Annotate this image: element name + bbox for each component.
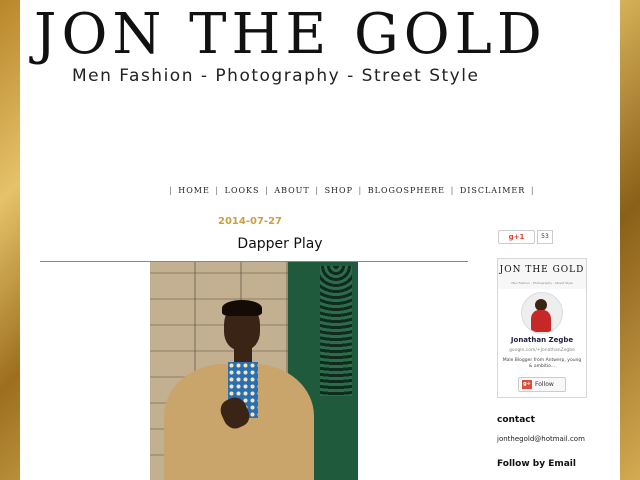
contact-heading: contact bbox=[497, 415, 535, 425]
profile-name[interactable]: Jonathan Zegbe bbox=[498, 336, 586, 344]
gplus-button[interactable]: g+1 bbox=[498, 230, 535, 244]
post-date: 2014-07-27 bbox=[218, 216, 282, 227]
main-nav: | HOME | LOOKS | ABOUT | SHOP | BLOGOSPH… bbox=[169, 186, 535, 195]
gplus-icon: g+ bbox=[522, 380, 532, 389]
contact-email[interactable]: jonthegold@hotmail.com bbox=[497, 435, 585, 443]
nav-disclaimer[interactable]: DISCLAIMER bbox=[460, 186, 525, 195]
follow-by-email-heading: Follow by Email bbox=[497, 459, 576, 469]
nav-blogosphere[interactable]: BLOGOSPHERE bbox=[368, 186, 445, 195]
card-banner-subtitle: Men Fashion - Photography - Street Style bbox=[511, 281, 573, 285]
follow-button[interactable]: g+ Follow bbox=[518, 377, 566, 392]
site-title[interactable]: JON THE GOLD bbox=[34, 0, 606, 70]
profile-description: Male Blogger from Antwerp, young & ambit… bbox=[502, 358, 582, 369]
nav-home[interactable]: HOME bbox=[178, 186, 210, 195]
post-title[interactable]: Dapper Play bbox=[170, 236, 390, 252]
gplus-profile-card: JON THE GOLD Men Fashion - Photography -… bbox=[497, 258, 587, 398]
site-tagline: Men Fashion - Photography - Street Style bbox=[72, 66, 480, 86]
follow-label: Follow bbox=[535, 381, 554, 388]
profile-link[interactable]: google.com/+JonathanZegbe bbox=[498, 348, 586, 353]
blog-page: JON THE GOLD Men Fashion - Photography -… bbox=[20, 0, 620, 480]
gplus-count: 53 bbox=[537, 230, 553, 244]
nav-looks[interactable]: LOOKS bbox=[225, 186, 260, 195]
nav-about[interactable]: ABOUT bbox=[274, 186, 309, 195]
avatar[interactable] bbox=[521, 292, 563, 334]
post-photo[interactable] bbox=[150, 262, 358, 480]
nav-shop[interactable]: SHOP bbox=[325, 186, 353, 195]
